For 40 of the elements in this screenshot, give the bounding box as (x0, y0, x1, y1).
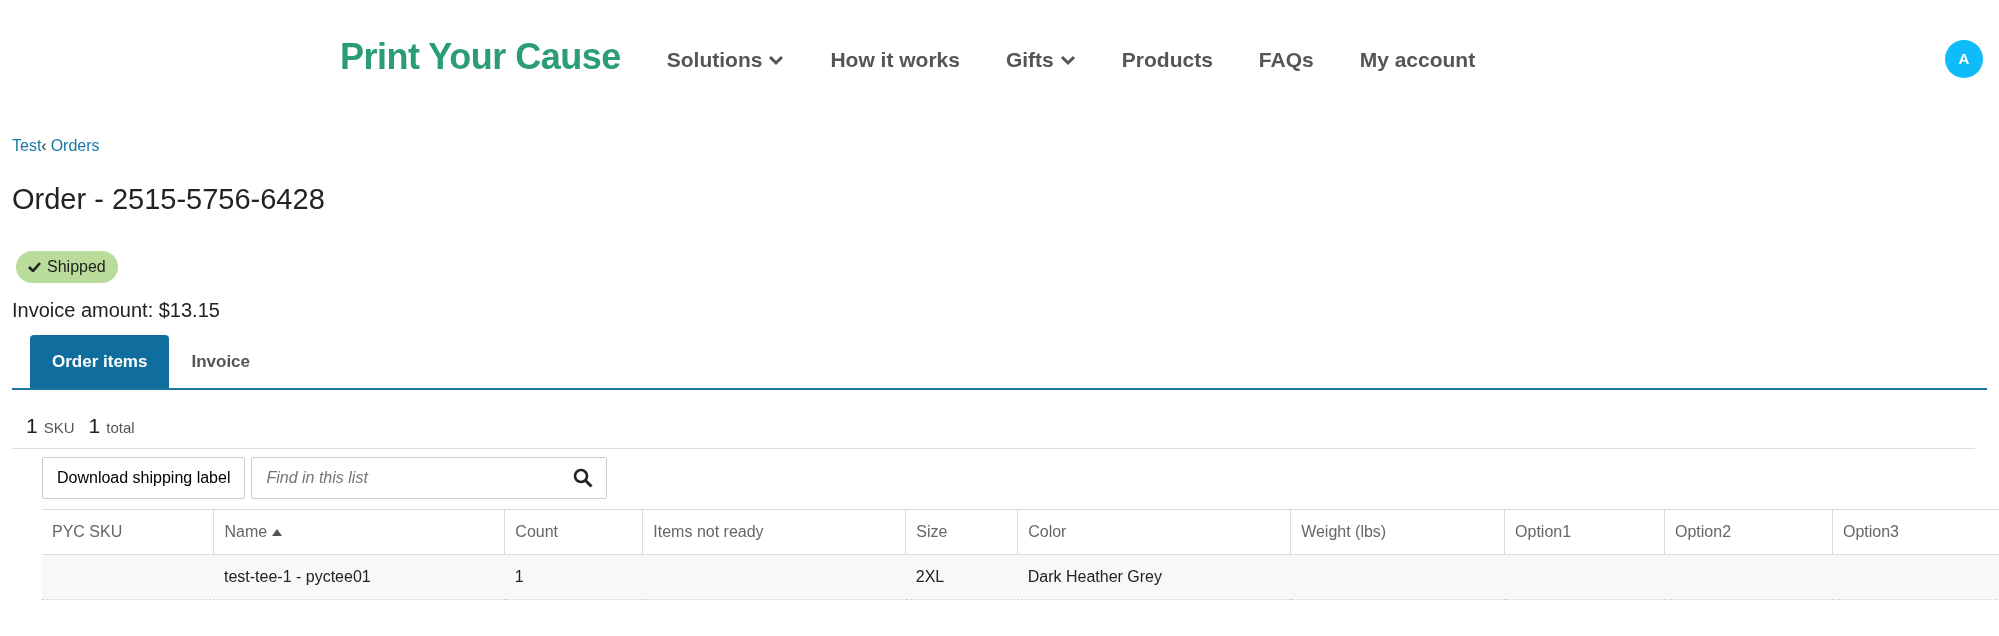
column-header[interactable]: Count (504, 509, 643, 555)
total-label: total (106, 418, 135, 439)
logo[interactable]: Print Your Cause (340, 30, 621, 84)
chevron-down-icon (1059, 54, 1076, 66)
column-header[interactable]: Size (905, 509, 1018, 555)
nav-link[interactable]: Products (1121, 44, 1213, 76)
tab[interactable]: Invoice (169, 334, 273, 389)
invoice-amount: Invoice amount: $13.15 (12, 297, 221, 323)
nav-link[interactable]: Gifts (1005, 44, 1076, 76)
sku-count: 1 (26, 413, 38, 440)
nav-link[interactable]: Solutions (666, 44, 785, 76)
breadcrumb-link[interactable]: Orders (50, 137, 100, 154)
table-cell: 1 (514, 567, 524, 585)
breadcrumb-link[interactable]: Test (12, 137, 42, 154)
search-icon[interactable] (573, 467, 594, 488)
check-icon (28, 261, 41, 273)
column-header[interactable]: Option2 (1664, 509, 1833, 555)
page-title: Order - 2515-5756-6428 (12, 182, 326, 217)
total-count: 1 (88, 413, 101, 440)
search-field[interactable]: Find in this list (251, 456, 608, 499)
sort-up-icon (271, 529, 282, 537)
column-header[interactable]: Weight (lbs) (1290, 509, 1505, 555)
nav-link[interactable]: FAQs (1258, 44, 1314, 76)
column-header[interactable]: Option1 (1504, 509, 1665, 555)
nav-link[interactable]: How it works (830, 44, 960, 76)
nav-link[interactable]: My account (1359, 44, 1476, 76)
tab[interactable]: Order items (30, 334, 170, 389)
table-cell: Dark Heather Grey (1027, 567, 1162, 585)
download-button[interactable]: Download shipping label (42, 456, 246, 499)
table-cell: test-tee-1 - pyctee01 (223, 567, 371, 585)
column-header[interactable]: Color (1017, 509, 1291, 555)
breadcrumb-separator: ‹ (41, 137, 47, 154)
chevron-down-icon (768, 54, 785, 66)
table-cell: 2XL (915, 567, 945, 585)
status-badge: Shipped (16, 250, 118, 283)
column-header[interactable]: Option3 (1832, 509, 1999, 555)
sku-label: SKU (43, 418, 75, 439)
column-header[interactable]: Name (213, 509, 505, 555)
column-header[interactable]: Items not ready (642, 509, 906, 555)
column-header[interactable]: PYC SKU (42, 509, 214, 555)
